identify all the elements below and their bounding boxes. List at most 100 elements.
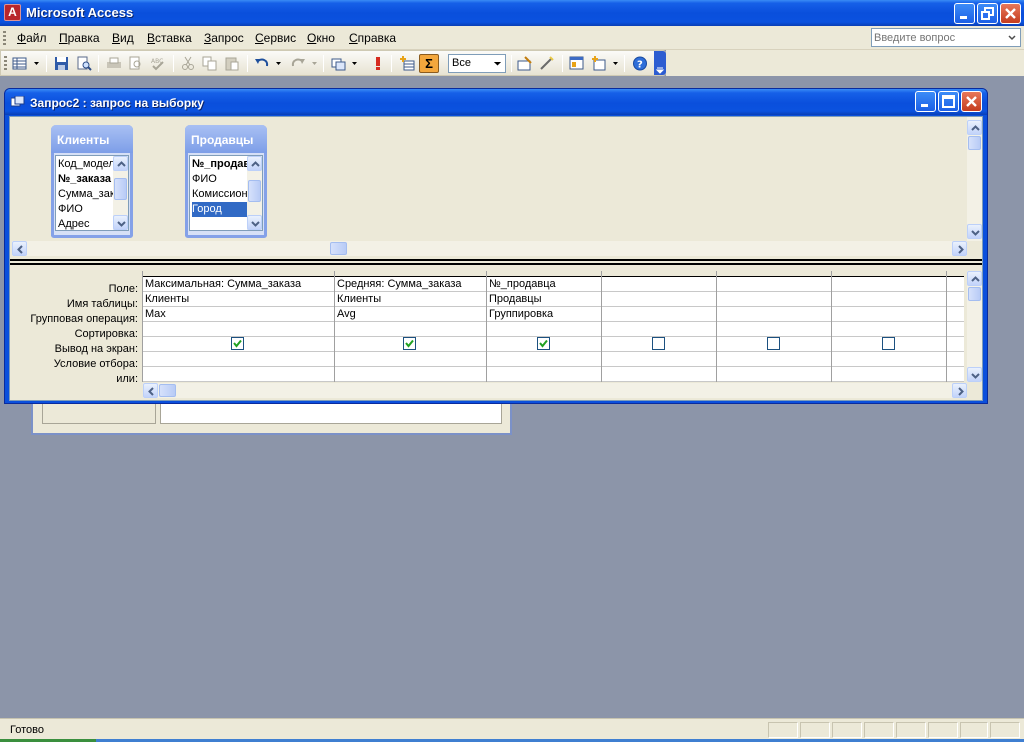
grid-cell-show[interactable] xyxy=(947,337,964,352)
field-item[interactable]: Комиссионные xyxy=(192,187,248,202)
query-close-button[interactable] xyxy=(961,91,982,112)
scroll-right-button[interactable] xyxy=(952,241,967,256)
grid-cell-field[interactable]: Средняя: Сумма_заказа xyxy=(335,277,486,292)
grid-column[interactable]: Средняя: Сумма_заказа Клиенты Avg xyxy=(335,271,487,382)
grid-cell-total[interactable]: Avg xyxy=(335,307,486,322)
grid-cell-field[interactable]: Максимальная: Сумма_заказа xyxy=(143,277,334,292)
field-item[interactable]: Адрес xyxy=(58,217,114,230)
grid-cell-show[interactable] xyxy=(143,337,334,352)
grid-cell-or[interactable] xyxy=(143,367,334,382)
grid-cell-field[interactable] xyxy=(832,277,946,292)
grid-cell-sort[interactable] xyxy=(602,322,716,337)
spelling-button[interactable]: ABC xyxy=(148,54,168,73)
grid-cell-table[interactable]: Клиенты xyxy=(335,292,486,307)
grid-cell-show[interactable] xyxy=(832,337,946,352)
grid-column[interactable] xyxy=(832,271,947,382)
paste-button[interactable] xyxy=(222,54,242,73)
grid-cell-sort[interactable] xyxy=(832,322,946,337)
cut-button[interactable] xyxy=(178,54,198,73)
undo-dropdown-arrow-icon[interactable] xyxy=(276,61,281,66)
query-maximize-button[interactable] xyxy=(938,91,959,112)
table-pane-horizontal-scrollbar[interactable] xyxy=(12,241,967,256)
menu-view[interactable]: Вид xyxy=(112,31,134,45)
grid-cell-table[interactable] xyxy=(602,292,716,307)
menu-query[interactable]: Запрос xyxy=(204,31,244,45)
run-button[interactable] xyxy=(368,54,388,73)
grid-cell-table[interactable] xyxy=(832,292,946,307)
table-pane[interactable]: Клиенты Код_модели №_заказа Сумма_заказа… xyxy=(10,117,982,257)
scroll-left-button[interactable] xyxy=(12,241,27,256)
scroll-up-button[interactable] xyxy=(113,156,128,171)
field-list-scrollbar[interactable] xyxy=(247,156,262,230)
background-form-window[interactable] xyxy=(31,400,512,435)
print-button[interactable] xyxy=(104,54,124,73)
show-checkbox[interactable] xyxy=(652,337,665,350)
grid-cell-table[interactable]: Клиенты xyxy=(143,292,334,307)
query-design-window[interactable]: Запрос2 : запрос на выборку Клиенты Код_… xyxy=(4,88,988,404)
scroll-thumb[interactable] xyxy=(968,136,981,150)
scroll-left-button[interactable] xyxy=(143,383,158,398)
grid-cell-or[interactable] xyxy=(335,367,486,382)
grid-horizontal-scrollbar[interactable] xyxy=(143,383,967,398)
scroll-right-button[interactable] xyxy=(952,383,967,398)
grid-cell-or[interactable] xyxy=(602,367,716,382)
field-item-key[interactable]: №_продавца xyxy=(192,157,248,172)
field-item-key[interactable]: №_заказа xyxy=(58,172,114,187)
file-search-button[interactable] xyxy=(74,54,94,73)
menu-window[interactable]: Окно xyxy=(307,31,335,45)
grid-column[interactable]: Максимальная: Сумма_заказа Клиенты Max xyxy=(143,271,335,382)
chevron-down-icon[interactable] xyxy=(1005,30,1019,45)
grid-cell-show[interactable] xyxy=(602,337,716,352)
build-button[interactable] xyxy=(537,54,557,73)
view-dropdown-arrow-icon[interactable] xyxy=(34,61,39,66)
scroll-thumb[interactable] xyxy=(330,242,347,255)
grid-column[interactable] xyxy=(947,271,964,382)
grid-cell-field[interactable] xyxy=(717,277,831,292)
field-item[interactable]: ФИО xyxy=(58,202,114,217)
field-list[interactable]: Код_модели №_заказа Сумма_заказа ФИО Адр… xyxy=(55,155,129,231)
print-preview-button[interactable] xyxy=(126,54,146,73)
scroll-thumb[interactable] xyxy=(114,178,127,200)
grid-cell-sort[interactable] xyxy=(143,322,334,337)
close-button[interactable] xyxy=(1000,3,1021,24)
query-window-title-bar[interactable]: Запрос2 : запрос на выборку xyxy=(5,89,987,115)
scroll-down-button[interactable] xyxy=(247,215,262,230)
grid-column[interactable] xyxy=(717,271,832,382)
menu-file[interactable]: Файл xyxy=(17,31,47,45)
scroll-down-button[interactable] xyxy=(113,215,128,230)
scroll-down-button[interactable] xyxy=(967,224,982,239)
save-button[interactable] xyxy=(52,54,72,73)
grid-cell-or[interactable] xyxy=(717,367,831,382)
grid-cell-show[interactable] xyxy=(717,337,831,352)
field-item[interactable]: Код_модели xyxy=(58,157,114,172)
scroll-up-button[interactable] xyxy=(247,156,262,171)
menu-grip-handle[interactable] xyxy=(3,31,6,45)
grid-cell-table[interactable]: Продавцы xyxy=(487,292,601,307)
scroll-thumb[interactable] xyxy=(968,287,981,301)
grid-cell-or[interactable] xyxy=(487,367,601,382)
grid-cell-show[interactable] xyxy=(487,337,601,352)
table-header[interactable]: Продавцы xyxy=(185,125,267,153)
field-item[interactable]: Сумма_заказа xyxy=(58,187,114,202)
grid-cell-criteria[interactable] xyxy=(717,352,831,367)
redo-button[interactable] xyxy=(288,54,308,73)
copy-button[interactable] xyxy=(200,54,220,73)
table-list-sellers[interactable]: Продавцы №_продавца ФИО Комиссионные Гор… xyxy=(185,125,267,238)
table-list-clients[interactable]: Клиенты Код_модели №_заказа Сумма_заказа… xyxy=(51,125,133,238)
scroll-thumb[interactable] xyxy=(159,384,176,397)
access-key-icon[interactable]: A xyxy=(4,4,21,21)
grid-cell-criteria[interactable] xyxy=(487,352,601,367)
pane-splitter[interactable] xyxy=(10,259,982,265)
grid-cell-criteria[interactable] xyxy=(602,352,716,367)
scroll-thumb[interactable] xyxy=(248,180,261,202)
grid-cell-total[interactable]: Max xyxy=(143,307,334,322)
top-values-select[interactable]: Все xyxy=(448,54,506,73)
grid-cell-criteria[interactable] xyxy=(947,352,964,367)
qbe-grid[interactable]: Максимальная: Сумма_заказа Клиенты Max Сред… xyxy=(142,271,964,382)
grid-cell-field[interactable] xyxy=(947,277,964,292)
grid-cell-or[interactable] xyxy=(947,367,964,382)
grid-cell-criteria[interactable] xyxy=(335,352,486,367)
show-checkbox[interactable] xyxy=(231,337,244,350)
grid-cell-total[interactable]: Группировка xyxy=(487,307,601,322)
undo-button[interactable] xyxy=(252,54,272,73)
